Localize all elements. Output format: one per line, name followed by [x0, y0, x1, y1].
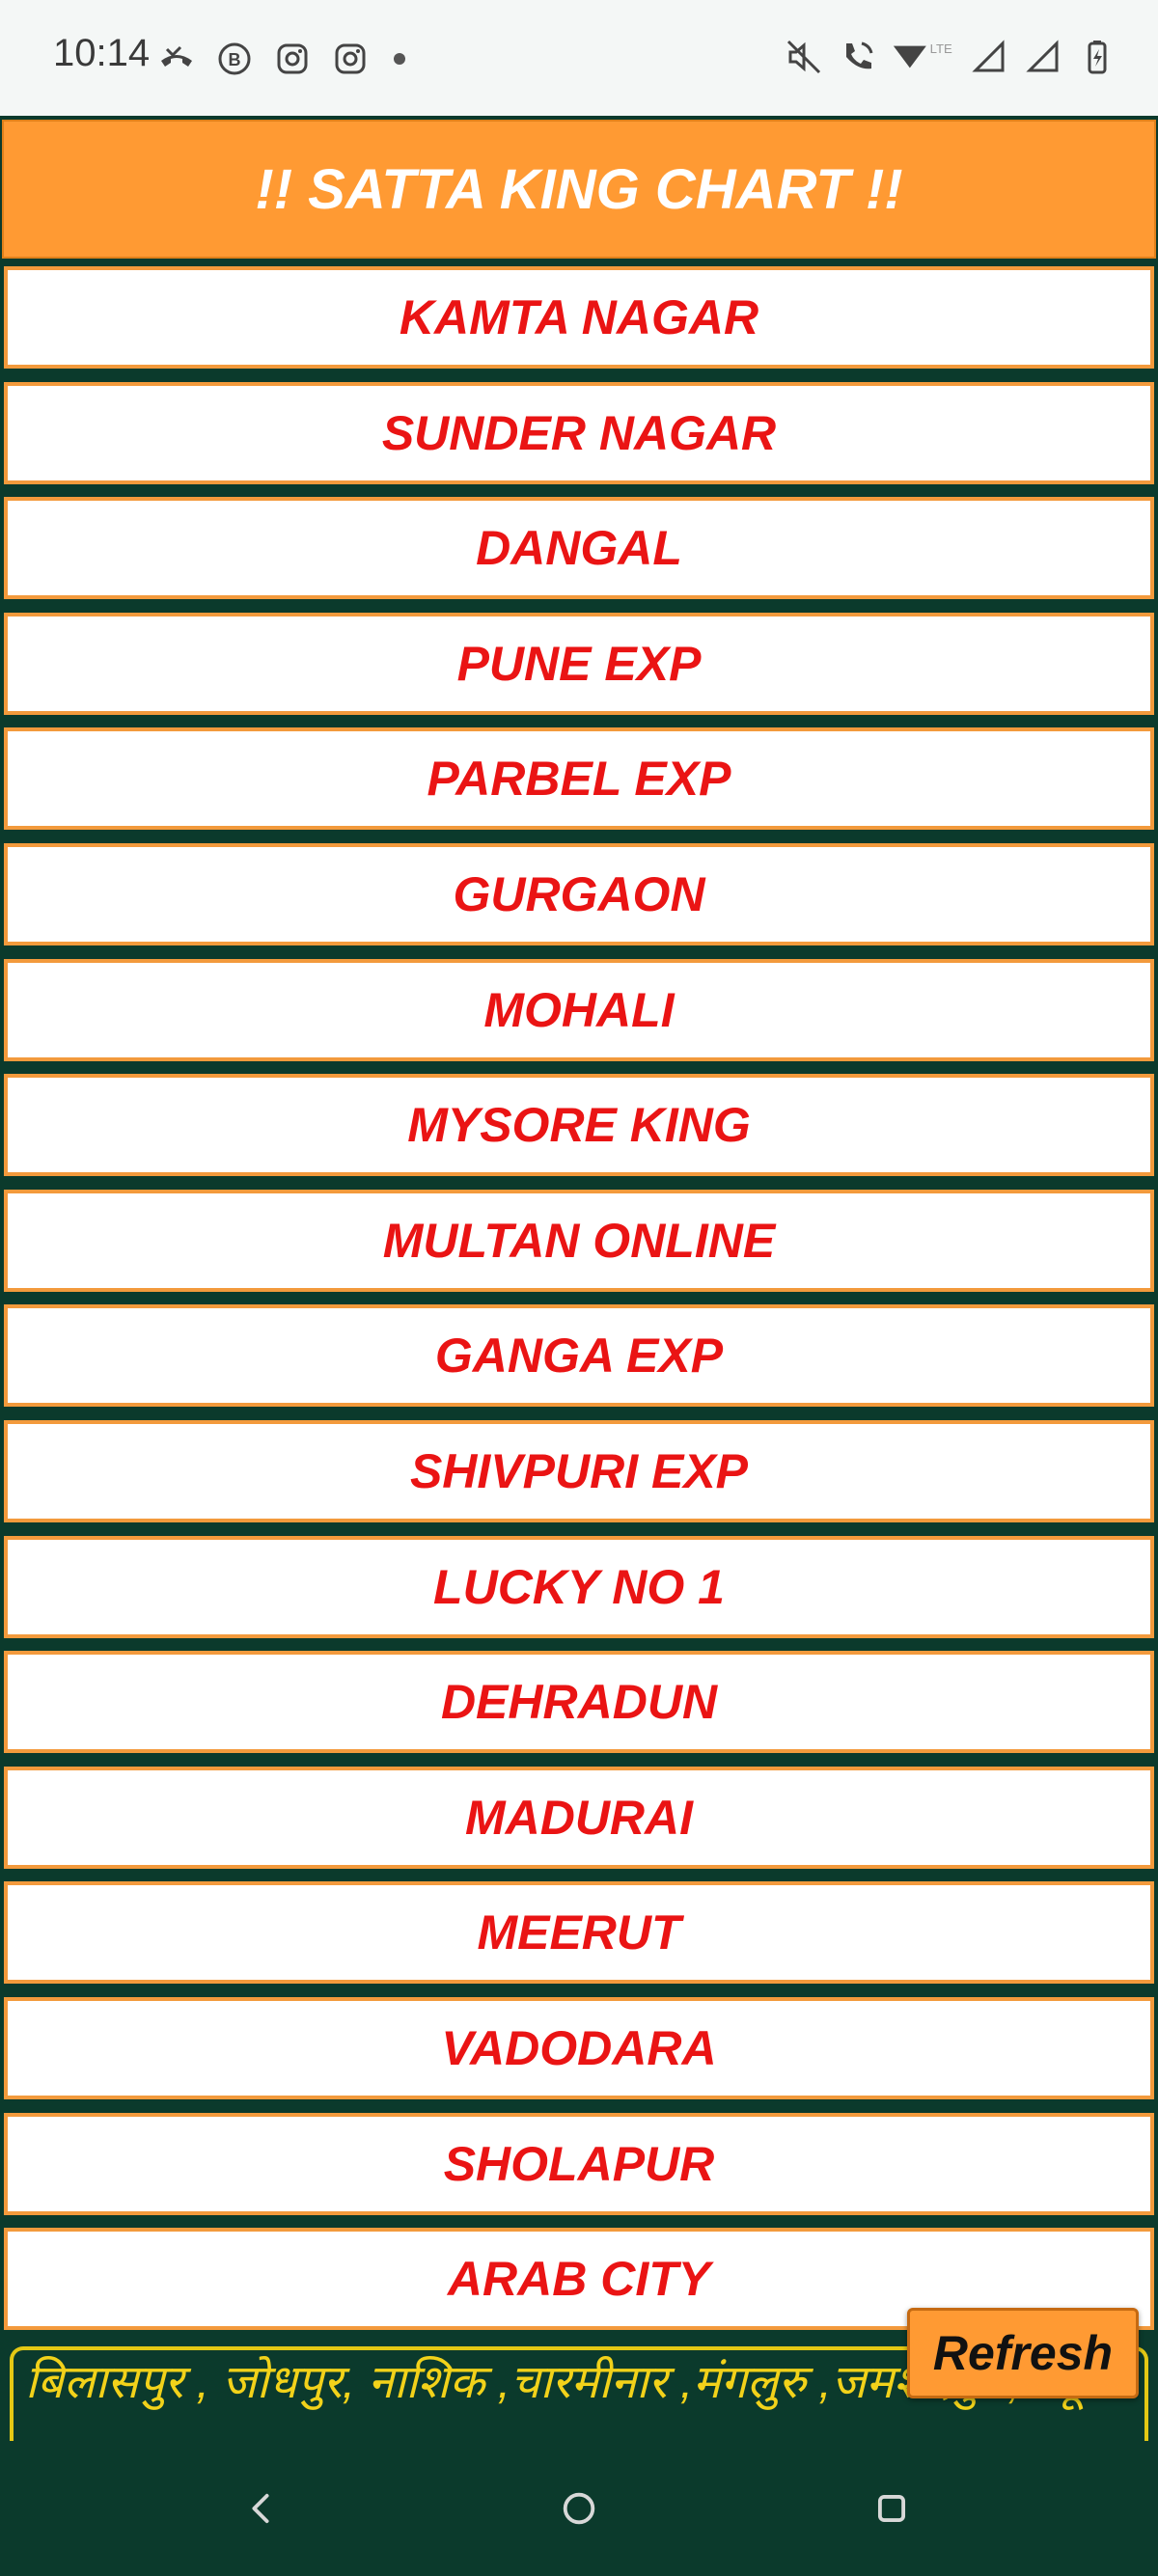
back-icon	[252, 2493, 269, 2524]
back-button[interactable]	[232, 2480, 290, 2537]
svg-text:B: B	[229, 50, 241, 69]
market-item[interactable]: MADURAI	[4, 1767, 1154, 1869]
navigation-bar	[0, 2441, 1158, 2576]
home-icon	[563, 2492, 595, 2525]
refresh-button[interactable]: Refresh	[907, 2308, 1139, 2398]
home-button[interactable]	[550, 2480, 608, 2537]
recents-icon	[877, 2494, 906, 2523]
mute-icon	[782, 35, 826, 79]
signal-lte-icon: LTE	[890, 35, 957, 79]
market-item[interactable]: SUNDER NAGAR	[4, 382, 1154, 484]
recents-button[interactable]	[863, 2480, 921, 2537]
market-item[interactable]: PARBEL EXP	[4, 727, 1154, 830]
whatsapp-business-icon: B	[212, 37, 257, 81]
instagram-icon	[328, 37, 372, 81]
signal-icon	[1021, 35, 1065, 79]
market-item[interactable]: GURGAON	[4, 843, 1154, 945]
notification-dot-icon	[394, 53, 405, 65]
signal-icon	[967, 35, 1011, 79]
network-label: LTE	[930, 41, 952, 56]
market-item[interactable]: SHOLAPUR	[4, 2113, 1154, 2215]
market-item[interactable]: MYSORE KING	[4, 1074, 1154, 1176]
status-bar: 10:14 B LTE	[0, 0, 1158, 116]
market-item[interactable]: MEERUT	[4, 1881, 1154, 1984]
status-left-icons: B	[154, 37, 405, 81]
status-time: 10:14	[53, 32, 151, 74]
market-item[interactable]: KAMTA NAGAR	[4, 266, 1154, 369]
page-title: !! SATTA KING CHART !!	[2, 120, 1156, 259]
missed-call-icon	[154, 37, 199, 81]
status-right-icons: LTE	[782, 35, 1119, 79]
market-item[interactable]: MULTAN ONLINE	[4, 1190, 1154, 1292]
market-item[interactable]: SHIVPURI EXP	[4, 1420, 1154, 1522]
market-item[interactable]: GANGA EXP	[4, 1304, 1154, 1407]
app-content: !! SATTA KING CHART !! KAMTA NAGAR SUNDER…	[0, 116, 1158, 2441]
market-item[interactable]: PUNE EXP	[4, 613, 1154, 715]
battery-charging-icon	[1075, 35, 1119, 79]
market-item[interactable]: MOHALI	[4, 959, 1154, 1061]
wifi-call-icon	[836, 35, 880, 79]
market-item[interactable]: VADODARA	[4, 1997, 1154, 2099]
instagram-icon	[270, 37, 315, 81]
market-item[interactable]: DANGAL	[4, 497, 1154, 599]
market-item[interactable]: LUCKY NO 1	[4, 1536, 1154, 1638]
market-item[interactable]: DEHRADUN	[4, 1651, 1154, 1753]
